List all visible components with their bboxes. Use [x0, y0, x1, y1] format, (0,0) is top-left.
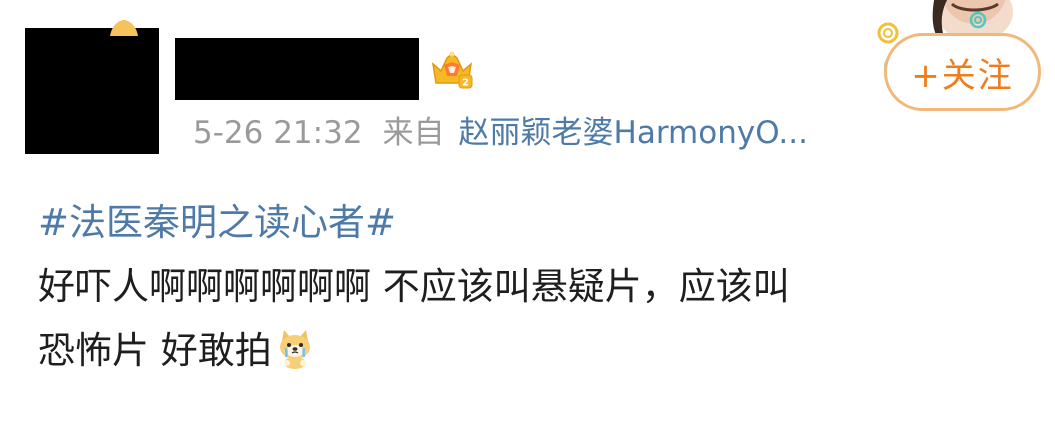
avatar-badge-icon: [110, 20, 138, 36]
author-name[interactable]: [175, 38, 419, 100]
post-text-line-1: 好吓人啊啊啊啊啊啊 不应该叫悬疑片，应该叫: [38, 265, 790, 308]
post-time: 5-26 21:32: [193, 115, 363, 151]
post-text-line-2-wrap: 恐怖片 好敢拍: [38, 319, 1038, 383]
hashtag-link[interactable]: #法医秦明之读心者#: [38, 191, 1038, 255]
author-avatar[interactable]: [25, 28, 159, 154]
follow-label: +关注: [911, 55, 1014, 96]
from-label: 来自: [382, 115, 445, 151]
post-text-line-2: 恐怖片 好敢拍: [38, 329, 272, 372]
post-meta: 5-26 21:32 来自 赵丽颖老婆HarmonyO...: [193, 111, 808, 155]
follow-button[interactable]: +关注: [884, 33, 1041, 111]
crown-icon: 2: [431, 51, 473, 89]
badge-level: 2: [462, 78, 469, 89]
post-content: #法医秦明之读心者# 好吓人啊啊啊啊啊啊 不应该叫悬疑片，应该叫 恐怖片 好敢拍: [38, 191, 1038, 383]
device-link[interactable]: 赵丽颖老婆HarmonyO...: [459, 115, 808, 151]
doge-cry-icon: [279, 330, 310, 369]
